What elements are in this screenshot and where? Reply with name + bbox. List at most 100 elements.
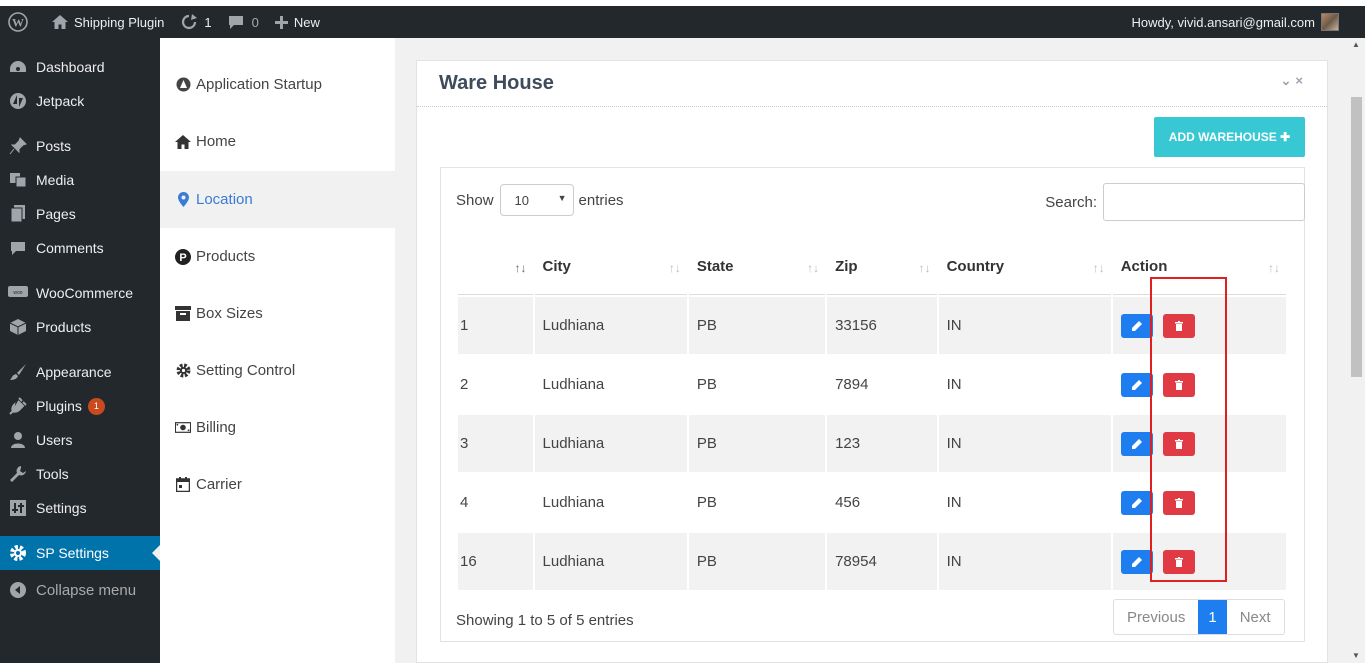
menu-label: Appearance — [36, 364, 112, 380]
collapse-icon — [8, 580, 28, 600]
products-p-icon: P — [175, 248, 191, 265]
cell-city: Ludhiana — [534, 297, 687, 354]
next-button[interactable]: Next — [1227, 600, 1284, 634]
page-title: Ware House — [439, 72, 554, 94]
cell-action — [1112, 415, 1286, 472]
pencil-icon — [1131, 379, 1142, 390]
delete-button[interactable] — [1162, 313, 1195, 338]
add-warehouse-button[interactable]: ADD WAREHOUSE ✚ — [1154, 117, 1305, 157]
menu-appearance[interactable]: Appearance — [0, 355, 160, 389]
column-header-action[interactable]: Action ↑↓ — [1112, 239, 1286, 295]
search-input[interactable] — [1103, 183, 1305, 221]
delete-button[interactable] — [1162, 490, 1195, 515]
column-header-zip[interactable]: Zip ↑↓ — [827, 239, 937, 295]
edit-button[interactable] — [1120, 549, 1153, 574]
svg-text:P: P — [179, 252, 186, 264]
woocommerce-icon: woo — [8, 283, 28, 303]
column-label: State — [696, 258, 734, 275]
nav-box-sizes[interactable]: Box Sizes — [160, 285, 395, 342]
warehouse-table: ↑↓ City ↑↓ State ↑↓ Zip ↑↓ Country ↑↓ Action… — [456, 237, 1288, 592]
cell-action — [1113, 356, 1286, 413]
cell-zip: 7894 — [835, 376, 869, 393]
wordpress-logo-button[interactable]: W — [0, 6, 44, 38]
money-bill-icon — [175, 421, 191, 434]
new-content-link[interactable]: New — [267, 6, 328, 38]
menu-plugins[interactable]: Plugins 1 — [0, 389, 160, 423]
nav-location[interactable]: Location — [160, 171, 395, 228]
column-header-state[interactable]: State ↑↓ — [688, 239, 826, 295]
site-name: Shipping Plugin — [74, 14, 165, 30]
cell-city: Ludhiana — [534, 533, 687, 590]
menu-users[interactable]: Users — [0, 423, 160, 457]
menu-comments[interactable]: Comments — [0, 231, 160, 265]
cell-state: PB — [696, 494, 717, 511]
cell-state: PB — [688, 533, 826, 590]
archive-box-icon — [175, 306, 191, 321]
collapse-menu-button[interactable]: Collapse menu — [0, 573, 160, 607]
sort-icon: ↑↓ — [1268, 261, 1280, 275]
table-row: 16 Ludhiana PB 78954 IN — [458, 533, 1286, 590]
table-row: 3 Ludhiana PB 123 IN — [458, 415, 1286, 472]
entries-select[interactable]: 10 ▼ — [499, 184, 574, 216]
delete-button[interactable] — [1162, 431, 1195, 456]
nav-label: Box Sizes — [196, 305, 263, 322]
menu-pages[interactable]: Pages — [0, 197, 160, 231]
column-header-city[interactable]: City ↑↓ — [534, 239, 687, 295]
menu-posts[interactable]: Posts — [0, 129, 160, 163]
paintbrush-icon — [8, 362, 28, 382]
nav-carrier[interactable]: Carrier — [160, 456, 395, 513]
nav-setting-control[interactable]: Setting Control — [160, 342, 395, 399]
chevron-down-icon[interactable]: ⌄ — [1281, 73, 1296, 88]
page-button-current[interactable]: 1 — [1198, 600, 1227, 634]
column-header-id[interactable]: ↑↓ — [458, 239, 533, 295]
menu-media[interactable]: Media — [0, 163, 160, 197]
nav-home[interactable]: Home — [160, 113, 395, 170]
menu-woocommerce[interactable]: woo WooCommerce — [0, 276, 160, 310]
menu-tools[interactable]: Tools — [0, 457, 160, 491]
updates-link[interactable]: 1 — [172, 6, 219, 38]
wp-admin-menu: Dashboard Jetpack Posts Media Pages Comm… — [0, 38, 160, 663]
scroll-up-icon[interactable]: ▲ — [1352, 40, 1360, 49]
cell-country: IN — [938, 415, 1111, 472]
cell-action — [1112, 533, 1286, 590]
site-name-link[interactable]: Shipping Plugin — [44, 6, 172, 38]
close-icon[interactable]: × — [1295, 73, 1307, 88]
cell-id: 1 — [458, 297, 533, 354]
menu-label: Users — [36, 432, 73, 448]
delete-button[interactable] — [1162, 549, 1195, 574]
gear-icon — [175, 363, 191, 378]
sort-icon: ↑↓ — [918, 261, 931, 275]
edit-button[interactable] — [1120, 490, 1153, 515]
nav-products[interactable]: P Products — [160, 228, 395, 285]
column-header-country[interactable]: Country ↑↓ — [938, 239, 1111, 295]
menu-dashboard[interactable]: Dashboard — [0, 50, 160, 84]
menu-settings[interactable]: Settings — [0, 491, 160, 525]
nav-application-startup[interactable]: Application Startup — [160, 56, 395, 113]
menu-label: Jetpack — [36, 93, 85, 109]
nav-billing[interactable]: Billing — [160, 399, 395, 456]
delete-button[interactable] — [1162, 372, 1195, 397]
cell-zip: 456 — [835, 494, 861, 511]
jetpack-icon — [8, 91, 28, 111]
nav-label: Products — [196, 248, 256, 265]
my-account[interactable]: Howdy, vivid.ansari@gmail.com — [1132, 13, 1365, 31]
edit-button[interactable] — [1120, 372, 1153, 397]
menu-jetpack[interactable]: Jetpack — [0, 84, 160, 118]
scrollbar-thumb[interactable] — [1351, 97, 1362, 377]
comments-link[interactable]: 0 — [220, 6, 267, 38]
edit-button[interactable] — [1120, 431, 1153, 456]
nav-label: Setting Control — [196, 362, 296, 379]
svg-text:W: W — [12, 16, 24, 30]
cell-state: PB — [696, 376, 717, 393]
menu-products[interactable]: Products — [0, 310, 160, 344]
scroll-down-icon[interactable]: ▼ — [1352, 651, 1360, 660]
menu-sp-settings[interactable]: SP Settings — [0, 536, 160, 570]
previous-button[interactable]: Previous — [1114, 600, 1198, 634]
sort-icon: ↑↓ — [668, 261, 681, 275]
pencil-icon — [1131, 320, 1142, 331]
pencil-icon — [1131, 497, 1142, 508]
entries-length: Show 10 ▼ entries — [456, 184, 624, 216]
edit-button[interactable] — [1120, 313, 1153, 338]
user-icon — [8, 430, 28, 450]
entries-label: entries — [578, 191, 624, 209]
